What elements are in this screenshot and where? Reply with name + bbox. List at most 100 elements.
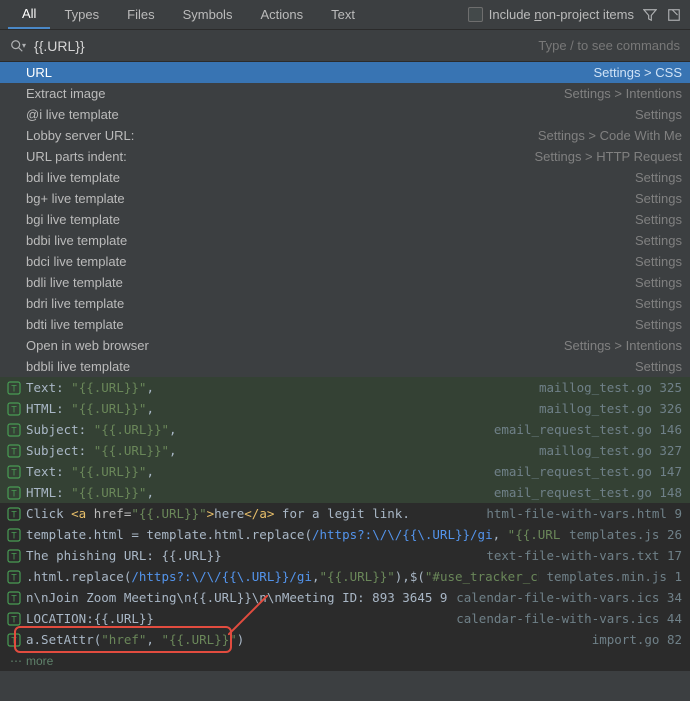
result-label: bgi live template — [26, 212, 120, 227]
result-label: bdti live template — [26, 317, 124, 332]
code-location: email_request_test.go 147 — [486, 464, 682, 479]
tab-symbols[interactable]: Symbols — [169, 1, 247, 28]
result-location: Settings > Code With Me — [538, 128, 682, 143]
text-file-icon: T — [6, 380, 22, 396]
settings-result-row[interactable]: bdti live templateSettings — [0, 314, 690, 335]
include-nonproject-checkbox[interactable]: Include non-project items — [468, 7, 634, 22]
settings-result-row[interactable]: Extract image Settings > Intentions — [0, 83, 690, 104]
svg-text:T: T — [11, 488, 17, 498]
settings-result-row[interactable]: bdbi live template Settings — [0, 230, 690, 251]
result-location: Settings — [635, 212, 682, 227]
code-location: email_request_test.go 148 — [486, 485, 682, 500]
code-snippet: Subject: "{{.URL}}", — [26, 422, 486, 437]
settings-result-row[interactable]: URL parts indent: Settings > HTTP Request — [0, 146, 690, 167]
settings-result-row[interactable]: @i live template Settings — [0, 104, 690, 125]
result-location: Settings — [635, 296, 682, 311]
code-location: text-file-with-vars.txt 17 — [478, 548, 682, 563]
text-file-icon: T — [6, 485, 22, 501]
code-location: maillog_test.go 325 — [531, 380, 682, 395]
svg-text:T: T — [11, 572, 17, 582]
settings-result-row[interactable]: URLSettings > CSS — [0, 62, 690, 83]
svg-text:T: T — [11, 467, 17, 477]
result-location: Settings — [635, 233, 682, 248]
code-result-row[interactable]: T n\nJoin Zoom Meeting\n{{.URL}}\n\nMeet… — [0, 587, 690, 608]
code-result-row[interactable]: T Subject: "{{.URL}}",email_request_test.… — [0, 419, 690, 440]
settings-result-row[interactable]: bdbli live template Settings — [0, 356, 690, 377]
result-label: URL — [26, 65, 52, 80]
result-label: bdbi live template — [26, 233, 127, 248]
settings-results-list: URLSettings > CSS Extract image Settings >… — [0, 62, 690, 377]
result-location: Settings — [635, 107, 682, 122]
pin-icon[interactable] — [666, 7, 682, 23]
code-snippet: LOCATION:{{.URL}} — [26, 611, 448, 626]
search-bar: ▾ Type / to see commands — [0, 30, 690, 62]
text-file-icon: T — [6, 527, 22, 543]
result-location: Settings — [635, 275, 682, 290]
code-location: templates.min.js 1 — [539, 569, 682, 584]
result-label: Extract image — [26, 86, 105, 101]
result-location: Settings — [635, 170, 682, 185]
settings-result-row[interactable]: bg+ live templateSettings — [0, 188, 690, 209]
svg-text:T: T — [11, 446, 17, 456]
result-label: bdri live template — [26, 296, 124, 311]
text-file-icon: T — [6, 548, 22, 564]
settings-result-row[interactable]: bdi live template Settings — [0, 167, 690, 188]
result-label: bdci live template — [26, 254, 126, 269]
code-location: calendar-file-with-vars.ics 34 — [448, 590, 682, 605]
result-label: bdbli live template — [26, 359, 130, 374]
search-hint: Type / to see commands — [538, 38, 680, 53]
code-snippet: The phishing URL: {{.URL}} — [26, 548, 478, 563]
settings-result-row[interactable]: bgi live template Settings — [0, 209, 690, 230]
svg-text:T: T — [11, 530, 17, 540]
code-result-row[interactable]: T HTML: "{{.URL}}",email_request_test.go … — [0, 482, 690, 503]
result-label: URL parts indent: — [26, 149, 127, 164]
tab-actions[interactable]: Actions — [246, 1, 317, 28]
code-result-row[interactable]: T Text: "{{.URL}}",email_request_test.go … — [0, 461, 690, 482]
svg-text:T: T — [11, 614, 17, 624]
result-location: Settings — [635, 359, 682, 374]
more-label: more — [26, 654, 53, 668]
code-result-row[interactable]: TClick <a href="{{.URL}}">here</a> for a… — [0, 503, 690, 524]
result-label: @i live template — [26, 107, 119, 122]
code-result-row[interactable]: TText: "{{.URL}}",maillog_test.go 325 — [0, 377, 690, 398]
svg-text:T: T — [11, 383, 17, 393]
result-location: Settings > Intentions — [564, 86, 682, 101]
result-location: Settings > Intentions — [564, 338, 682, 353]
result-label: Open in web browser — [26, 338, 149, 353]
svg-text:T: T — [11, 425, 17, 435]
code-location: import.go 82 — [584, 632, 682, 647]
settings-result-row[interactable]: bdci live template Settings — [0, 251, 690, 272]
settings-result-row[interactable]: Open in web browser Settings > Intentions — [0, 335, 690, 356]
tab-files[interactable]: Files — [113, 1, 168, 28]
text-file-icon: T — [6, 590, 22, 606]
code-location: email_request_test.go 146 — [486, 422, 682, 437]
result-location: Settings — [635, 254, 682, 269]
result-label: bdi live template — [26, 170, 120, 185]
tab-text[interactable]: Text — [317, 1, 369, 28]
code-result-row[interactable]: TSubject: "{{.URL}}",maillog_test.go 327 — [0, 440, 690, 461]
code-snippet: HTML: "{{.URL}}", — [26, 485, 486, 500]
settings-result-row[interactable]: Lobby server URL: Settings > Code With Me — [0, 125, 690, 146]
code-snippet: .html.replace(/https?:\/\/{{\.URL}}/gi,"… — [26, 569, 539, 584]
more-results[interactable]: ⋯ more — [0, 650, 690, 671]
code-result-row[interactable]: THTML: "{{.URL}}",maillog_test.go 326 — [0, 398, 690, 419]
text-file-icon: T — [6, 443, 22, 459]
search-icon: ▾ — [10, 39, 26, 53]
code-result-row[interactable]: Ttemplate.html = template.html.replace(/… — [0, 524, 690, 545]
code-snippet: Text: "{{.URL}}", — [26, 464, 486, 479]
svg-text:T: T — [11, 551, 17, 561]
result-label: bdli live template — [26, 275, 123, 290]
search-input[interactable] — [34, 38, 530, 54]
settings-result-row[interactable]: bdli live template Settings — [0, 272, 690, 293]
filter-icon[interactable] — [642, 7, 658, 23]
tab-all[interactable]: All — [8, 0, 50, 29]
tab-types[interactable]: Types — [50, 1, 113, 28]
result-location: Settings > HTTP Request — [534, 149, 682, 164]
code-location: calendar-file-with-vars.ics 44 — [448, 611, 682, 626]
code-snippet: n\nJoin Zoom Meeting\n{{.URL}}\n\nMeetin… — [26, 590, 448, 605]
code-result-row[interactable]: T .html.replace(/https?:\/\/{{\.URL}}/gi,… — [0, 566, 690, 587]
code-result-row[interactable]: T The phishing URL: {{.URL}}text-file-wit… — [0, 545, 690, 566]
result-label: Lobby server URL: — [26, 128, 134, 143]
settings-result-row[interactable]: bdri live template Settings — [0, 293, 690, 314]
code-location: maillog_test.go 327 — [531, 443, 682, 458]
